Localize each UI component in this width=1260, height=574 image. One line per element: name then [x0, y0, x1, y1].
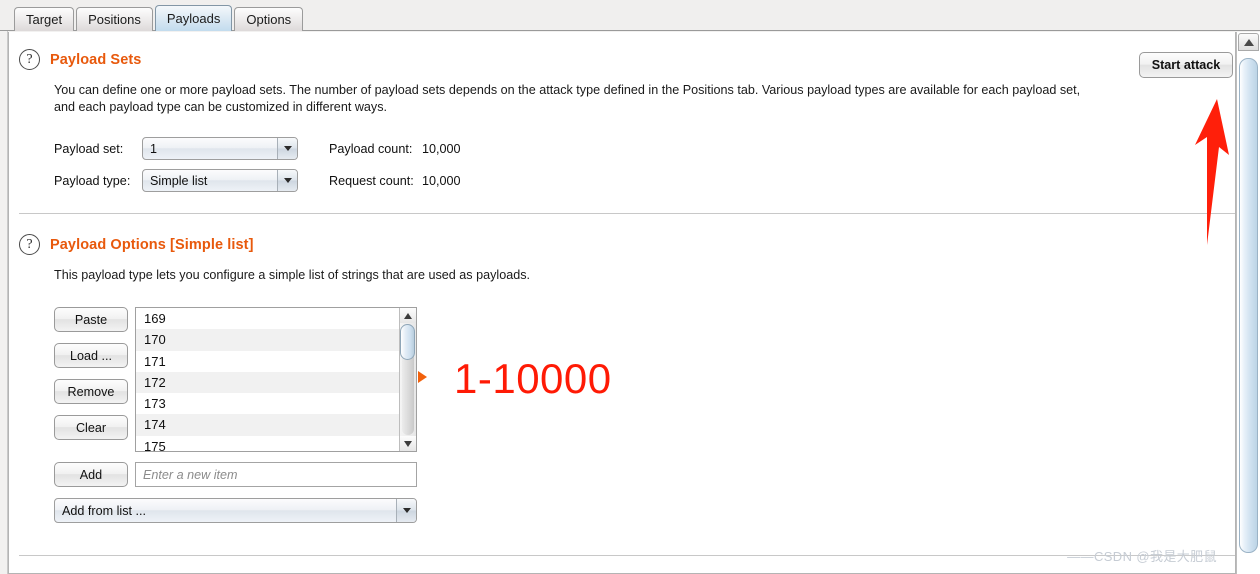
- section-divider-bottom: [19, 555, 1235, 556]
- payload-sets-description-line2: and each payload type can be customized …: [54, 100, 388, 114]
- payload-set-select[interactable]: 1: [142, 137, 298, 160]
- request-count-label: Request count:: [329, 174, 414, 188]
- payload-options-description: This payload type lets you configure a s…: [54, 268, 531, 282]
- tab-options[interactable]: Options: [234, 7, 304, 31]
- list-item[interactable]: 170: [136, 329, 399, 351]
- annotation-marker-triangle-icon: [418, 371, 427, 383]
- start-attack-label: Start attack: [1151, 58, 1221, 72]
- payload-sets-header: ? Payload Sets: [19, 49, 141, 70]
- tab-payloads-label: Payloads: [166, 11, 221, 26]
- list-item[interactable]: 172: [136, 371, 399, 394]
- csdn-watermark: ——CSDN @我是大肥鼠: [1067, 549, 1217, 564]
- payload-type-select[interactable]: Simple list: [142, 169, 298, 192]
- start-attack-button[interactable]: Start attack: [1139, 52, 1233, 78]
- payload-sets-description-line1: You can define one or more payload sets.…: [54, 83, 1081, 97]
- payload-type-label: Payload type:: [54, 174, 131, 188]
- list-item[interactable]: 174: [136, 414, 399, 436]
- payload-options-title: Payload Options [Simple list]: [50, 236, 254, 253]
- tab-bar: Target Positions Payloads Options: [0, 0, 1260, 31]
- paste-label: Paste: [74, 312, 108, 327]
- scroll-up-arrow-icon[interactable]: [400, 308, 416, 323]
- remove-label: Remove: [67, 384, 115, 399]
- clear-button[interactable]: Clear: [54, 415, 128, 440]
- section-divider-top: [19, 213, 1235, 214]
- payload-sets-title: Payload Sets: [50, 51, 142, 68]
- list-item[interactable]: 173: [136, 393, 399, 414]
- burp-intruder-payloads-screen: Target Positions Payloads Options Start …: [0, 0, 1260, 574]
- add-from-list-value: Add from list ...: [62, 503, 146, 518]
- payload-set-label: Payload set:: [54, 142, 124, 156]
- remove-button[interactable]: Remove: [54, 379, 128, 404]
- payload-list[interactable]: 169 170 171 172 173 174 175: [135, 307, 417, 452]
- page-scrollbar-thumb[interactable]: [1239, 58, 1258, 553]
- payloads-panel: Start attack ? Payload Sets You can defi…: [8, 32, 1236, 574]
- payload-list-scrollbar[interactable]: [399, 308, 416, 451]
- payload-type-value: Simple list: [150, 173, 208, 188]
- scroll-down-arrow-icon[interactable]: [400, 436, 416, 451]
- payload-options-header: ? Payload Options [Simple list]: [19, 234, 254, 255]
- page-scroll-up-arrow-icon[interactable]: [1238, 33, 1259, 51]
- payload-list-rows: 169 170 171 172 173 174 175: [136, 308, 399, 451]
- help-question-mark-icon[interactable]: ?: [19, 234, 40, 255]
- request-count-value: 10,000: [422, 174, 461, 188]
- tab-positions-label: Positions: [88, 12, 141, 27]
- chevron-down-icon[interactable]: [277, 170, 297, 191]
- new-item-placeholder: Enter a new item: [143, 467, 238, 482]
- page-scrollbar[interactable]: [1236, 32, 1260, 574]
- tab-target-label: Target: [26, 12, 63, 27]
- list-item[interactable]: 169: [136, 308, 399, 329]
- load-button[interactable]: Load ...: [54, 343, 128, 368]
- list-item[interactable]: 171: [136, 351, 399, 372]
- chevron-down-icon[interactable]: [396, 499, 416, 522]
- panel-left-gutter: [0, 31, 8, 574]
- tab-options-label: Options: [246, 12, 292, 27]
- payload-count-label: Payload count:: [329, 142, 413, 156]
- paste-button[interactable]: Paste: [54, 307, 128, 332]
- list-item[interactable]: 175: [136, 436, 399, 451]
- load-label: Load ...: [69, 348, 112, 363]
- chevron-down-icon[interactable]: [277, 138, 297, 159]
- help-question-mark-icon[interactable]: ?: [19, 49, 40, 70]
- new-item-input[interactable]: Enter a new item: [135, 462, 417, 487]
- add-label: Add: [79, 467, 103, 482]
- scrollbar-thumb[interactable]: [400, 324, 415, 360]
- payload-set-value: 1: [150, 141, 158, 156]
- payload-count-value: 10,000: [422, 142, 461, 156]
- clear-label: Clear: [75, 420, 107, 435]
- tab-target[interactable]: Target: [14, 7, 75, 31]
- tab-positions[interactable]: Positions: [76, 7, 153, 31]
- tab-payloads[interactable]: Payloads: [154, 5, 233, 31]
- tab-strip: Target Positions Payloads Options: [14, 5, 304, 31]
- annotation-range-text: 1-10000: [454, 355, 612, 402]
- add-button[interactable]: Add: [54, 462, 128, 487]
- add-from-list-select[interactable]: Add from list ...: [54, 498, 417, 523]
